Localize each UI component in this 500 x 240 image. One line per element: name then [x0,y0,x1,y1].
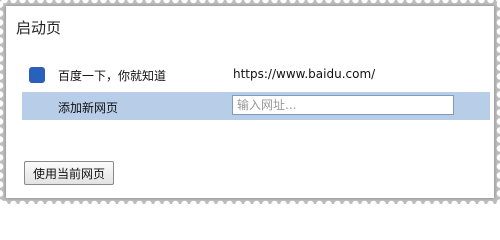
baidu-paw-icon: 🐾 [29,67,45,83]
url-input[interactable] [232,95,454,115]
add-page-row[interactable]: 添加新网页 [22,92,490,120]
startup-pages-dialog: 启动页 🐾 百度一下，你就知道 https://www.baidu.com/ 添… [6,6,494,198]
startup-page-url: https://www.baidu.com/ [233,67,376,81]
startup-page-row[interactable]: 🐾 百度一下，你就知道 https://www.baidu.com/ [22,61,490,89]
startup-page-title: 百度一下，你就知道 [58,69,167,83]
dialog-title: 启动页 [16,19,62,37]
startup-pages-list: 🐾 百度一下，你就知道 https://www.baidu.com/ 添加新网页 [22,61,490,151]
use-current-pages-button[interactable]: 使用当前网页 [24,161,115,185]
add-page-label: 添加新网页 [58,101,119,115]
